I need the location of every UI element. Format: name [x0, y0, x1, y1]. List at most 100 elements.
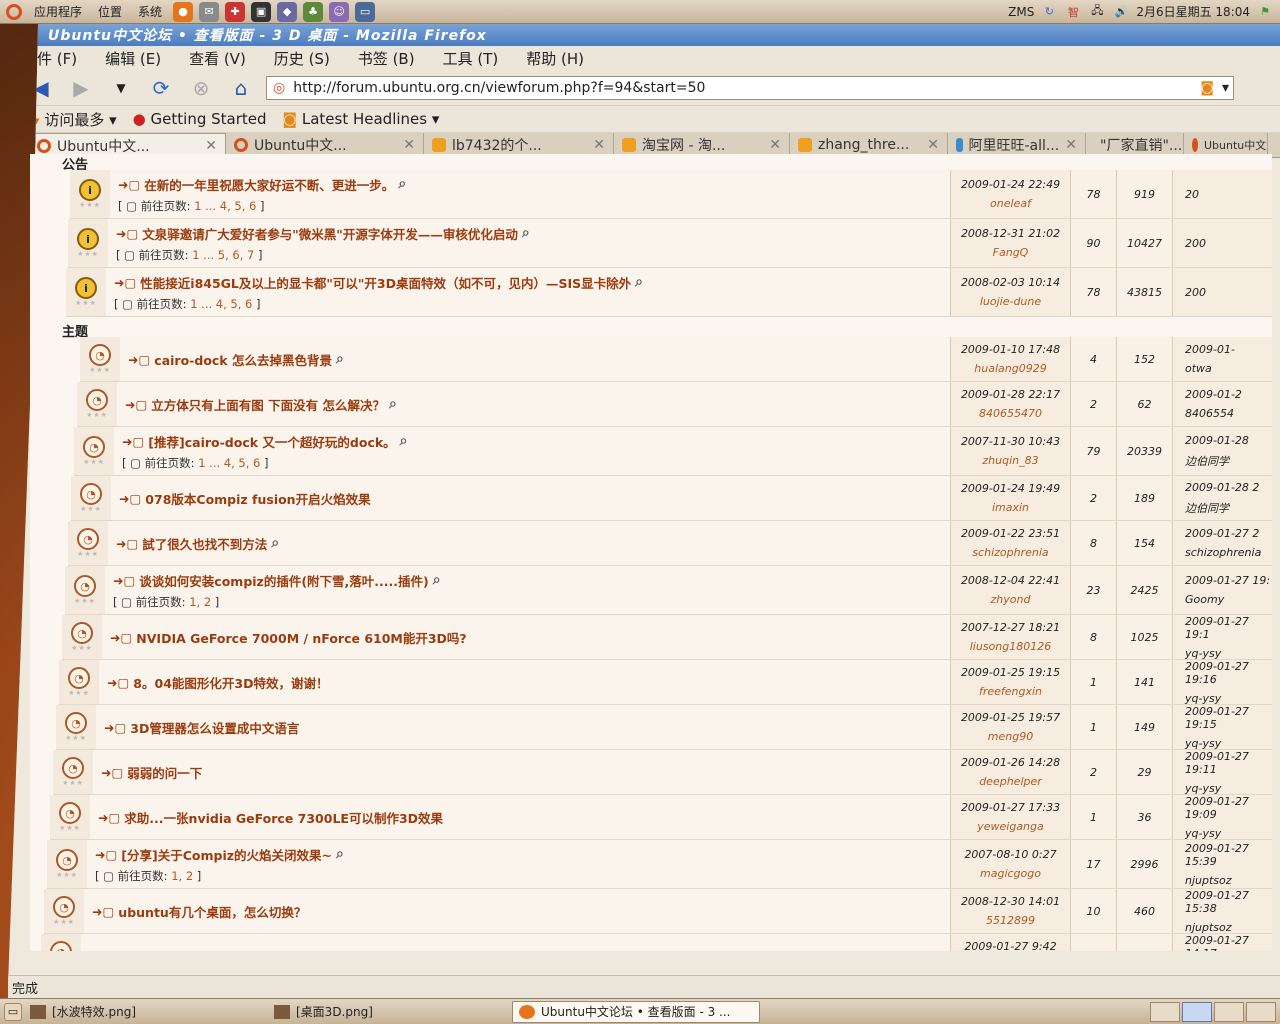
- author-link[interactable]: 840655470: [979, 407, 1042, 420]
- workspace-3[interactable]: [1214, 1001, 1244, 1022]
- taskbar-item-1[interactable]: [桌面3D.png]: [268, 1001, 508, 1023]
- topic-title[interactable]: ➜▢ 性能接近i845GL及以上的显卡都"可以"开3D桌面特效（如不可，见内）—S…: [114, 273, 942, 292]
- topic-title[interactable]: ➜▢ cairo-dock 怎么去掉黑色背景 ⌕: [128, 350, 942, 369]
- topic-title[interactable]: ➜▢ NVIDIA GeForce 7000M / nForce 610M能开3D…: [110, 628, 942, 647]
- workspace-switcher[interactable]: [1150, 1001, 1280, 1022]
- bookmark-latest-headlines[interactable]: ◙ Latest Headlines ▾: [283, 110, 440, 128]
- topic-title-text[interactable]: 文泉驿邀请广大爱好者参与"微米黑"开源字体开发——审核优化启动: [142, 224, 518, 243]
- topic-row[interactable]: ◔★★★ ➜▢ 请教一下，关于桌面问题。 2009-01-27 9:42pupufen…: [41, 934, 1272, 951]
- terminal-launcher-icon[interactable]: ▣: [251, 1, 272, 22]
- close-tab-icon[interactable]: ✕: [769, 137, 781, 153]
- ubuntu-logo-icon[interactable]: [6, 3, 22, 20]
- logout-icon[interactable]: ⚑: [1256, 3, 1274, 21]
- menu-tools[interactable]: 工具 (T): [443, 48, 499, 69]
- topic-title[interactable]: ➜▢ [分享]关于Compiz的火焰关闭效果~ ⌕: [95, 845, 942, 864]
- topic-row[interactable]: ◔ ★★★ ➜▢ 試了很久也找不到方法 ⌕ 2009-01-22 23:51 schizop…: [68, 521, 1272, 566]
- close-tab-icon[interactable]: ✕: [593, 137, 605, 153]
- page-numbers[interactable]: 1, 2: [171, 869, 193, 883]
- input-method-icon[interactable]: 智: [1064, 3, 1082, 21]
- topic-title-text[interactable]: [分享]关于Compiz的火焰关闭效果~: [121, 845, 332, 864]
- address-bar[interactable]: ◎ http://forum.ubuntu.org.cn/viewforum.p…: [266, 75, 1234, 100]
- topic-title-text[interactable]: 8。04能图形化开3D特效，谢谢！: [133, 673, 328, 692]
- menu-history[interactable]: 历史 (S): [274, 48, 330, 69]
- rss-icon[interactable]: ◙: [1200, 80, 1214, 96]
- topic-row[interactable]: ◔ ★★★ ➜▢ [分享]关于Compiz的火焰关闭效果~ ⌕ [ ▢ 前往页数: 1, …: [47, 840, 1272, 889]
- last-post-author[interactable]: yq-ysy: [1185, 692, 1221, 705]
- home-icon[interactable]: ⌂: [226, 75, 256, 101]
- author-link[interactable]: oneleaf: [990, 197, 1031, 210]
- topic-title[interactable]: ➜▢ [推荐]cairo-dock 又一个超好玩的dock。 ⌕: [122, 432, 942, 451]
- topic-title-text[interactable]: 弱弱的问一下: [127, 763, 202, 782]
- topic-title-text[interactable]: [推荐]cairo-dock 又一个超好玩的dock。: [148, 432, 395, 451]
- stop-icon[interactable]: ⊗: [186, 75, 216, 101]
- close-tab-icon[interactable]: ✕: [205, 138, 217, 154]
- author-link[interactable]: zhyond: [991, 593, 1031, 606]
- url-dropdown-icon[interactable]: ▾: [1222, 80, 1233, 96]
- last-post-author[interactable]: Goomy: [1185, 593, 1224, 606]
- topic-title[interactable]: ➜▢ ubuntu有几个桌面，怎么切换？: [92, 902, 942, 921]
- topic-title-text[interactable]: ubuntu有几个桌面，怎么切换？: [118, 902, 306, 921]
- topic-title-text[interactable]: cairo-dock 怎么去掉黑色背景: [154, 350, 332, 369]
- topic-row[interactable]: ◔ ★★★ ➜▢ 3D管理器怎么设置成中文语言 2009-01-25 19:57 meng…: [56, 705, 1272, 750]
- topic-title[interactable]: ➜▢ 在新的一年里祝愿大家好运不断、更进一步。 ⌕: [118, 175, 942, 194]
- topic-title[interactable]: ➜▢ 試了很久也找不到方法 ⌕: [116, 534, 942, 553]
- topic-title-text[interactable]: 試了很久也找不到方法: [142, 534, 267, 553]
- author-link[interactable]: magicgogo: [980, 867, 1041, 880]
- forward-button-icon[interactable]: ▶: [66, 75, 96, 101]
- last-post-author[interactable]: otwa: [1185, 362, 1212, 375]
- page-numbers[interactable]: 1 ... 5, 6, 7: [192, 248, 254, 262]
- workspace-2[interactable]: [1182, 1001, 1212, 1022]
- topic-row[interactable]: ◔ ★★★ ➜▢ 弱弱的问一下 2009-01-26 14:28 deephelper 2 2…: [53, 750, 1272, 795]
- author-link[interactable]: liusong180126: [970, 640, 1052, 653]
- last-post-author[interactable]: njuptsoz: [1185, 874, 1232, 887]
- taskbar-item-0[interactable]: [水波特效.png]: [24, 1001, 264, 1023]
- mail-launcher-icon[interactable]: ✉: [199, 1, 220, 22]
- topic-row[interactable]: ◔ ★★★ ➜▢ 谈谈如何安装compiz的插件(附下雪,落叶.....插件) ⌕ [ ▢…: [65, 566, 1272, 615]
- menu-help[interactable]: 帮助 (H): [526, 48, 584, 69]
- sync-icon[interactable]: ↻: [1040, 3, 1058, 21]
- menu-bookmarks[interactable]: 书签 (B): [358, 48, 415, 69]
- close-tab-icon[interactable]: ✕: [927, 137, 939, 153]
- topic-title[interactable]: ➜▢ 立方体只有上面有图 下面没有 怎么解决？ ⌕: [125, 395, 942, 414]
- page-numbers[interactable]: 1 ... 4, 5, 6: [194, 199, 256, 213]
- topic-title-text[interactable]: 性能接近i845GL及以上的显卡都"可以"开3D桌面特效（如不可，见内）—SIS…: [140, 273, 631, 292]
- topic-row[interactable]: i ★★★ ➜▢ 文泉驿邀请广大爱好者参与"微米黑"开源字体开发——审核优化启动 ⌕ [ …: [68, 219, 1272, 268]
- topic-title-text[interactable]: 078版本Compiz fusion开启火焰效果: [145, 489, 370, 508]
- system-menu[interactable]: 系统: [130, 0, 170, 24]
- author-link[interactable]: 5512899: [986, 914, 1035, 927]
- topic-row[interactable]: ◔ ★★★ ➜▢ [推荐]cairo-dock 又一个超好玩的dock。 ⌕ [ ▢ 前往…: [74, 427, 1272, 476]
- topic-row[interactable]: i ★★★ ➜▢ 在新的一年里祝愿大家好运不断、更进一步。 ⌕ [ ▢ 前往页数: 1 .…: [70, 170, 1272, 219]
- workspace-1[interactable]: [1150, 1001, 1180, 1022]
- last-post-author[interactable]: njuptsoz: [1185, 921, 1232, 934]
- topic-title[interactable]: ➜▢ 弱弱的问一下: [101, 763, 942, 782]
- last-post-author[interactable]: 边伯同学: [1185, 453, 1229, 469]
- chat-launcher-icon[interactable]: ☺: [329, 1, 350, 22]
- last-post-author[interactable]: schizophrenia: [1185, 546, 1261, 559]
- last-post-author[interactable]: yq-ysy: [1185, 827, 1221, 840]
- topic-title-text[interactable]: 立方体只有上面有图 下面没有 怎么解决？: [151, 395, 385, 414]
- volume-icon[interactable]: 🔊: [1112, 3, 1130, 21]
- page-numbers[interactable]: 1 ... 4, 5, 6: [198, 456, 260, 470]
- last-post-author[interactable]: yq-ysy: [1185, 782, 1221, 795]
- topic-row[interactable]: ◔ ★★★ ➜▢ 求助...一张nvidia GeForce 7300LE可以制作3D…: [50, 795, 1272, 840]
- display-launcher-icon[interactable]: ▭: [355, 1, 376, 22]
- author-link[interactable]: meng90: [988, 730, 1033, 743]
- author-link[interactable]: hualang0929: [974, 362, 1046, 375]
- topic-title[interactable]: ➜▢ 078版本Compiz fusion开启火焰效果: [119, 489, 942, 508]
- topic-title-text[interactable]: 请教一下，关于桌面问题。: [115, 947, 265, 952]
- workspace-4[interactable]: [1246, 1001, 1276, 1022]
- menu-file[interactable]: 文件 (F): [22, 48, 77, 69]
- topic-title[interactable]: ➜▢ 求助...一张nvidia GeForce 7300LE可以制作3D效果: [98, 808, 942, 827]
- show-desktop-icon[interactable]: ▭: [4, 1002, 22, 1021]
- last-post-author[interactable]: 边伯同学: [1185, 500, 1229, 516]
- topic-title-text[interactable]: 求助...一张nvidia GeForce 7300LE可以制作3D效果: [124, 808, 443, 827]
- topic-title[interactable]: ➜▢ 8。04能图形化开3D特效，谢谢！: [107, 673, 942, 692]
- clock[interactable]: 2月6日星期五 18:04: [1136, 3, 1250, 20]
- topic-title[interactable]: ➜▢ 3D管理器怎么设置成中文语言: [104, 718, 942, 737]
- topic-row[interactable]: ◔ ★★★ ➜▢ ubuntu有几个桌面，怎么切换？ 2008-12-30 14:01 5…: [44, 889, 1272, 934]
- bookmark-getting-started[interactable]: ● Getting Started: [133, 110, 267, 128]
- page-numbers[interactable]: 1, 2: [189, 595, 211, 609]
- reload-icon[interactable]: ⟳: [146, 75, 176, 101]
- menu-edit[interactable]: 编辑 (E): [105, 48, 161, 69]
- topic-row[interactable]: ◔ ★★★ ➜▢ 078版本Compiz fusion开启火焰效果 2009-01-24…: [71, 476, 1272, 521]
